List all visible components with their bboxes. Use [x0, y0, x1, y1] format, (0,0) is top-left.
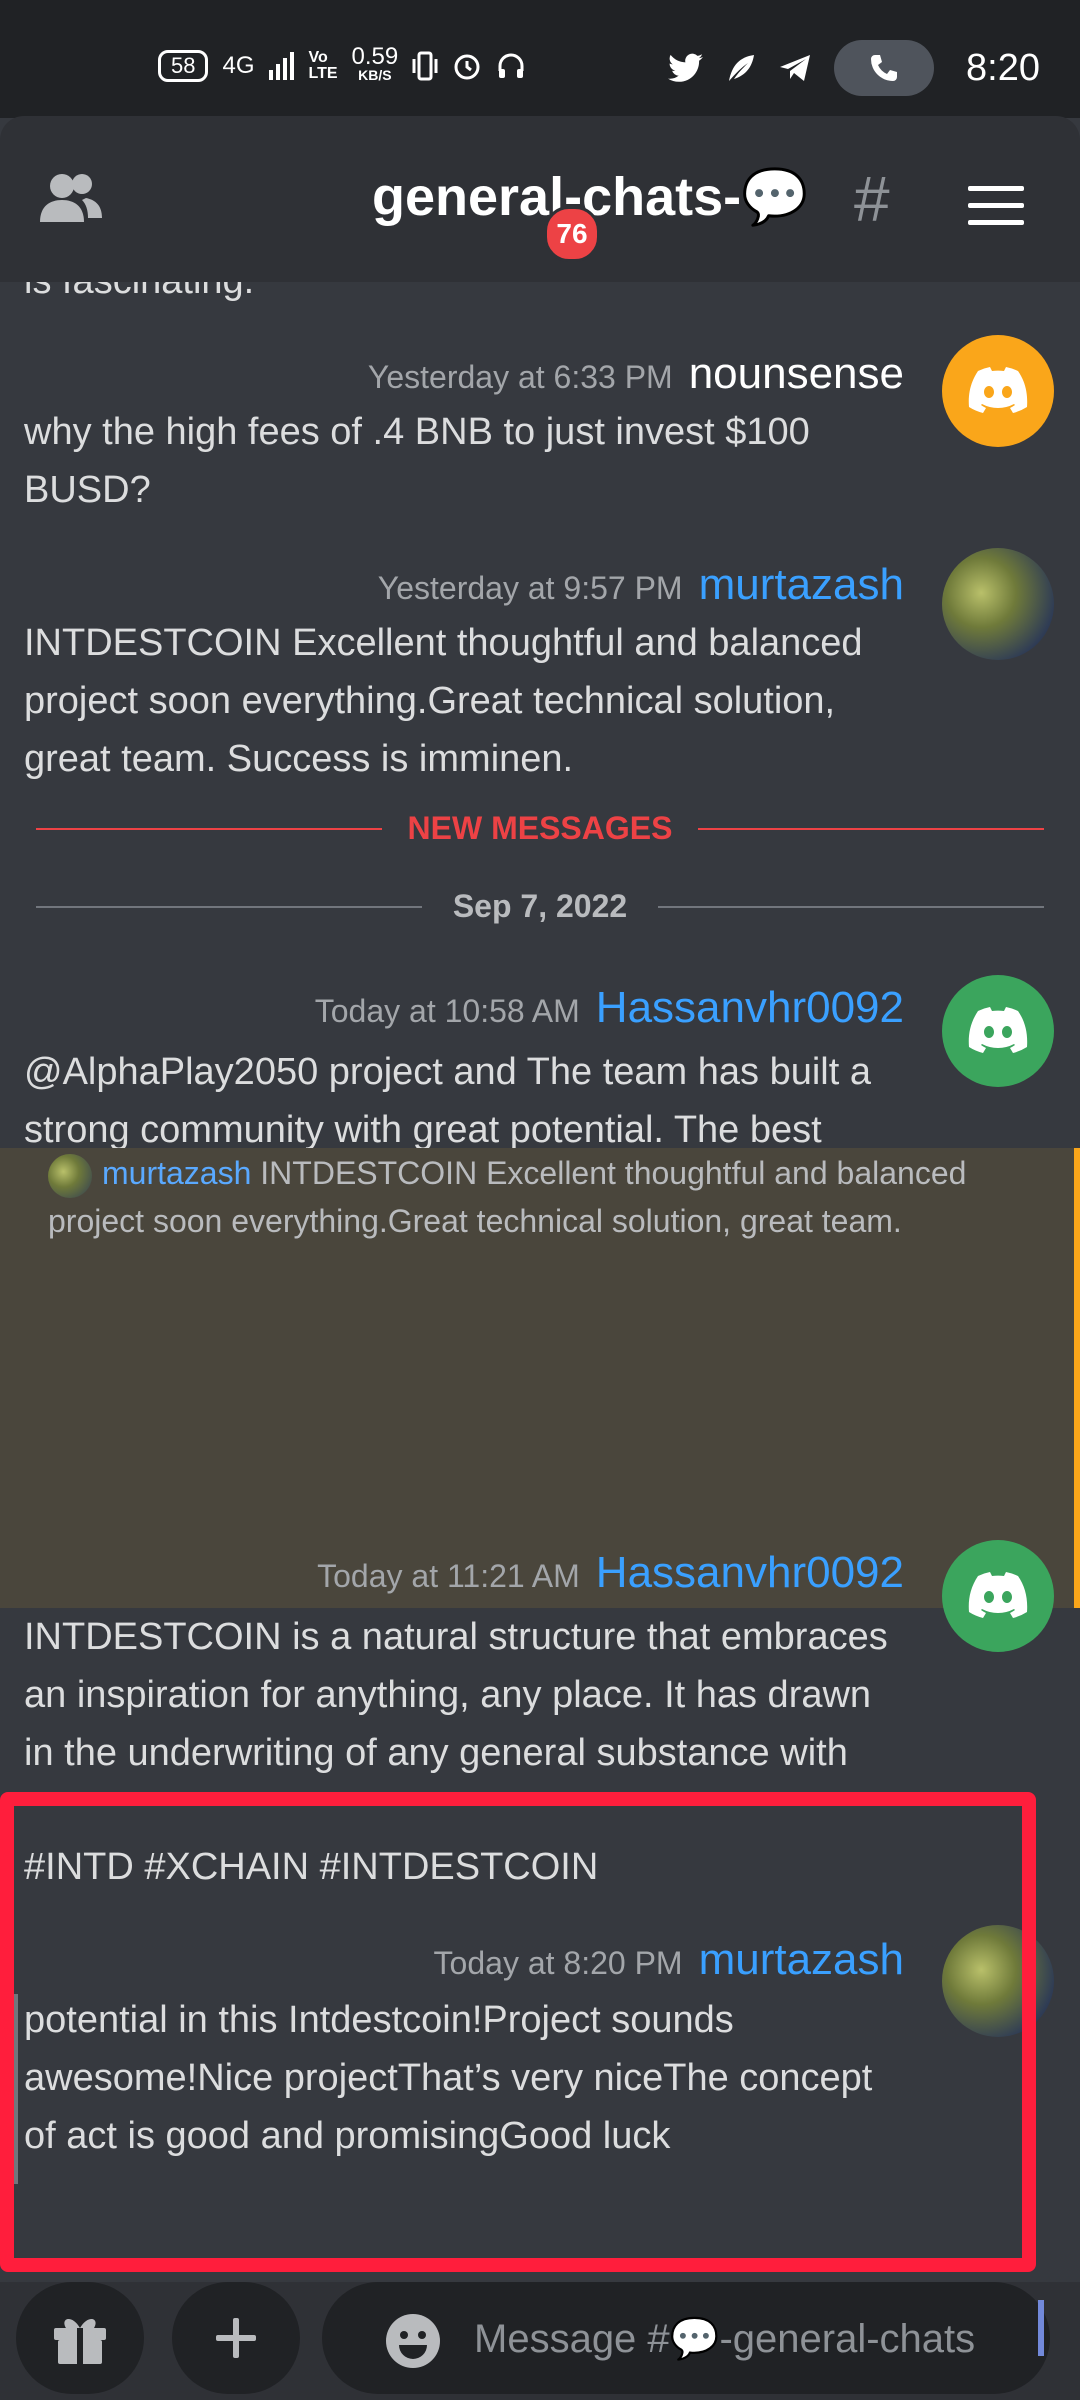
scroll-indicator	[1038, 2300, 1044, 2356]
avatar[interactable]	[942, 1540, 1054, 1652]
network-speed: 0.59 KB/S	[351, 43, 399, 84]
avatar[interactable]	[942, 335, 1054, 447]
avatar[interactable]	[942, 548, 1054, 660]
message-timestamp: Yesterday at 6:33 PM	[367, 359, 673, 395]
message-text: INTDESTCOIN is a natural structure that …	[24, 1616, 888, 1774]
gift-button[interactable]	[16, 2282, 144, 2394]
headset-icon	[498, 53, 524, 78]
status-left: 58 4G Vo LTE 0.59 KB/S	[158, 43, 526, 84]
message-text: INTDESTCOIN Excellent thoughtful and bal…	[24, 622, 863, 780]
status-bar: 58 4G Vo LTE 0.59 KB/S 8:20	[0, 0, 1080, 118]
date-divider: Sep 7, 2022	[36, 886, 1044, 926]
message-input[interactable]	[472, 2282, 1036, 2396]
discord-logo-icon	[968, 367, 1028, 413]
phone-icon	[871, 55, 898, 81]
new-messages-divider: NEW MESSAGES	[36, 808, 1044, 848]
discord-logo-icon	[968, 1007, 1028, 1053]
vibrate-icon	[412, 51, 438, 81]
members-button[interactable]	[36, 168, 106, 233]
feather-icon	[729, 55, 755, 81]
annotation-box	[0, 1792, 1036, 2272]
message-username[interactable]: Hassanvhr0092	[596, 983, 904, 1032]
speed-value: 0.59	[351, 43, 399, 70]
alarm-icon	[454, 54, 480, 80]
battery-indicator: 58	[158, 50, 209, 82]
message-timestamp: Today at 11:21 AM	[317, 1558, 580, 1594]
channel-hash-icon[interactable]: #	[854, 162, 890, 236]
message-username[interactable]: murtazash	[699, 560, 904, 609]
discord-logo-icon	[968, 1572, 1028, 1618]
volte-icon: Vo LTE	[308, 49, 338, 82]
reply-avatar	[48, 1153, 92, 1198]
status-right: 8:20	[668, 40, 1040, 96]
avatar[interactable]	[942, 975, 1054, 1087]
message-username[interactable]: Hassanvhr0092	[596, 1548, 904, 1597]
menu-button[interactable]	[968, 186, 1024, 231]
message-text: why the high fees of .4 BNB to just inve…	[24, 411, 810, 511]
message-input-wrapper[interactable]	[322, 2282, 1050, 2396]
message-timestamp: Today at 10:58 AM	[314, 993, 580, 1029]
clock: 8:20	[966, 46, 1040, 89]
signal-icon	[268, 52, 294, 80]
telegram-icon	[780, 55, 811, 81]
hamburger-icon	[968, 186, 1024, 225]
reply-username[interactable]: murtazash	[102, 1155, 251, 1191]
gift-icon	[54, 2318, 106, 2364]
partial-message-text: is fascinating.	[24, 282, 924, 310]
channel-header: general-chats-💬 76 #	[0, 116, 1080, 282]
twitter-icon	[668, 53, 704, 82]
message-composer	[0, 2282, 1080, 2400]
reply-preview[interactable]: murtazash INTDESTCOIN Excellent thoughtf…	[48, 1150, 1028, 1244]
mention-bar	[1074, 1148, 1080, 1608]
speed-unit: KB/S	[358, 67, 392, 83]
add-attachment-button[interactable]	[172, 2282, 300, 2394]
emoji-icon[interactable]	[384, 2312, 442, 2370]
message-timestamp: Yesterday at 9:57 PM	[377, 570, 683, 606]
network-type: 4G	[222, 52, 255, 79]
unread-badge: 76	[544, 206, 600, 262]
message-username[interactable]: nounsense	[689, 349, 904, 398]
people-icon	[40, 174, 102, 222]
ongoing-call-pill[interactable]	[834, 40, 935, 96]
plus-icon	[216, 2318, 256, 2358]
